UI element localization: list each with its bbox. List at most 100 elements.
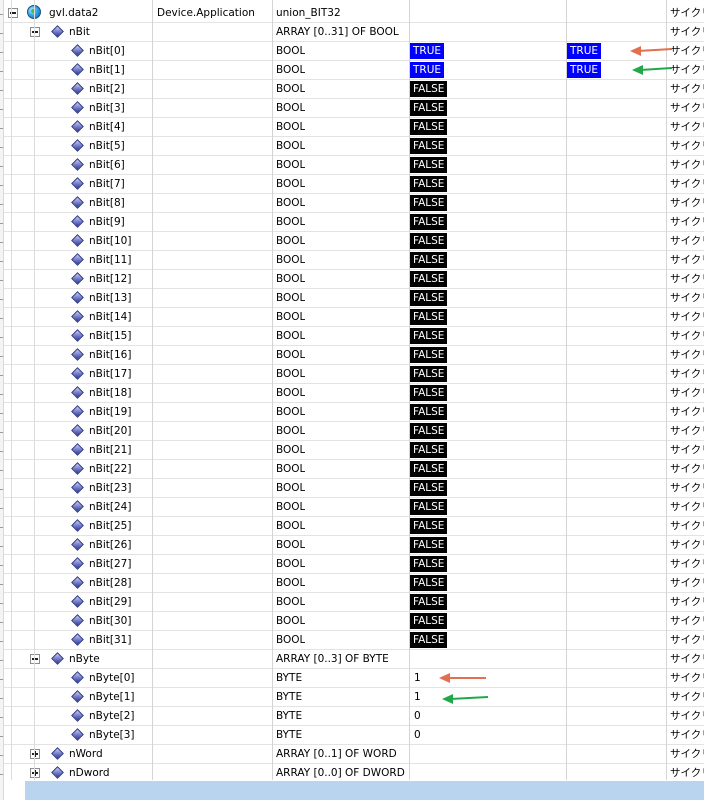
value-badge[interactable]: FALSE bbox=[410, 157, 448, 173]
value-badge[interactable]: FALSE bbox=[410, 100, 448, 116]
nbit-item-row[interactable]: nBit[10] BOOL FALSE サイクリ bbox=[0, 232, 704, 251]
nbit-item-row[interactable]: nBit[24] BOOL FALSE サイクリ bbox=[0, 498, 704, 517]
nbit-item-row[interactable]: nBit[23] BOOL FALSE サイクリ bbox=[0, 479, 704, 498]
value-badge[interactable]: FALSE bbox=[410, 214, 448, 230]
nbyte-item-row[interactable]: nByte[0] BYTE 1 サイクリ bbox=[0, 669, 704, 688]
value-badge[interactable]: FALSE bbox=[410, 480, 448, 496]
variable-name: nBit[25] bbox=[89, 520, 132, 532]
nbit-item-row[interactable]: nBit[15] BOOL FALSE サイクリ bbox=[0, 327, 704, 346]
prepared-value-badge[interactable]: TRUE bbox=[567, 43, 602, 59]
nbit-item-row[interactable]: nBit[0] BOOL TRUE TRUE サイクリ bbox=[0, 42, 704, 61]
nbit-item-row[interactable]: nBit[3] BOOL FALSE サイクリ bbox=[0, 99, 704, 118]
collapsed-group-row[interactable]: nWord ARRAY [0..1] OF WORD サイクリ bbox=[0, 745, 704, 764]
value-badge[interactable]: FALSE bbox=[410, 271, 448, 287]
value-badge[interactable]: FALSE bbox=[410, 461, 448, 477]
row-marker bbox=[0, 33, 3, 34]
value-badge[interactable]: FALSE bbox=[410, 556, 448, 572]
data-type: BOOL bbox=[276, 406, 306, 418]
value-badge[interactable]: FALSE bbox=[410, 252, 448, 268]
nbit-group-row[interactable]: nBit ARRAY [0..31] OF BOOL サイクリ bbox=[0, 23, 704, 42]
value-badge[interactable]: FALSE bbox=[410, 575, 448, 591]
value-badge[interactable]: FALSE bbox=[410, 632, 448, 648]
nbit-item-row[interactable]: nBit[26] BOOL FALSE サイクリ bbox=[0, 536, 704, 555]
value-badge[interactable]: FALSE bbox=[410, 195, 448, 211]
data-type: BOOL bbox=[276, 539, 306, 551]
row-marker bbox=[0, 223, 3, 224]
nbyte-item-row[interactable]: nByte[1] BYTE 1 サイクリ bbox=[0, 688, 704, 707]
nbit-item-row[interactable]: nBit[21] BOOL FALSE サイクリ bbox=[0, 441, 704, 460]
value-text[interactable]: 0 bbox=[414, 726, 421, 744]
value-badge[interactable]: FALSE bbox=[410, 290, 448, 306]
nbit-item-row[interactable]: nBit[11] BOOL FALSE サイクリ bbox=[0, 251, 704, 270]
variable-name: nByte[1] bbox=[89, 691, 135, 703]
nbit-item-row[interactable]: nBit[7] BOOL FALSE サイクリ bbox=[0, 175, 704, 194]
nbit-item-row[interactable]: nBit[27] BOOL FALSE サイクリ bbox=[0, 555, 704, 574]
value-text[interactable]: 1 bbox=[414, 688, 421, 706]
value-badge[interactable]: FALSE bbox=[410, 518, 448, 534]
data-type: BOOL bbox=[276, 83, 306, 95]
nbit-item-row[interactable]: nBit[30] BOOL FALSE サイクリ bbox=[0, 612, 704, 631]
value-badge[interactable]: FALSE bbox=[410, 81, 448, 97]
data-type: BOOL bbox=[276, 45, 306, 57]
nbit-item-row[interactable]: nBit[19] BOOL FALSE サイクリ bbox=[0, 403, 704, 422]
nbit-item-row[interactable]: nBit[29] BOOL FALSE サイクリ bbox=[0, 593, 704, 612]
nbit-item-row[interactable]: nBit[16] BOOL FALSE サイクリ bbox=[0, 346, 704, 365]
value-badge[interactable]: TRUE bbox=[410, 43, 445, 59]
variable-name: nWord bbox=[69, 748, 103, 760]
nbit-item-row[interactable]: nBit[25] BOOL FALSE サイクリ bbox=[0, 517, 704, 536]
value-badge[interactable]: FALSE bbox=[410, 119, 448, 135]
value-badge[interactable]: FALSE bbox=[410, 309, 448, 325]
data-type: BOOL bbox=[276, 463, 306, 475]
nbyte-item-row[interactable]: nByte[3] BYTE 0 サイクリ bbox=[0, 726, 704, 745]
value-badge[interactable]: FALSE bbox=[410, 366, 448, 382]
root-row[interactable]: gvl.data2 Device.Application union_BIT32… bbox=[0, 4, 704, 23]
nbit-item-row[interactable]: nBit[28] BOOL FALSE サイクリ bbox=[0, 574, 704, 593]
selected-empty-row[interactable] bbox=[0, 781, 704, 800]
value-badge[interactable]: FALSE bbox=[410, 499, 448, 515]
value-badge[interactable]: FALSE bbox=[410, 423, 448, 439]
nbit-item-row[interactable]: nBit[31] BOOL FALSE サイクリ bbox=[0, 631, 704, 650]
nbit-item-row[interactable]: nBit[2] BOOL FALSE サイクリ bbox=[0, 80, 704, 99]
minus-box-icon[interactable] bbox=[30, 27, 40, 37]
value-badge[interactable]: FALSE bbox=[410, 594, 448, 610]
nbit-item-row[interactable]: nBit[4] BOOL FALSE サイクリ bbox=[0, 118, 704, 137]
value-badge[interactable]: TRUE bbox=[410, 62, 445, 78]
value-badge[interactable]: FALSE bbox=[410, 176, 448, 192]
nbit-item-row[interactable]: nBit[22] BOOL FALSE サイクリ bbox=[0, 460, 704, 479]
minus-box-icon[interactable] bbox=[8, 8, 18, 18]
nbyte-item-row[interactable]: nByte[2] BYTE 0 サイクリ bbox=[0, 707, 704, 726]
nbit-item-row[interactable]: nBit[5] BOOL FALSE サイクリ bbox=[0, 137, 704, 156]
value-badge[interactable]: FALSE bbox=[410, 138, 448, 154]
value-badge[interactable]: FALSE bbox=[410, 385, 448, 401]
nbit-item-row[interactable]: nBit[17] BOOL FALSE サイクリ bbox=[0, 365, 704, 384]
row-marker bbox=[0, 527, 3, 528]
value-badge[interactable]: FALSE bbox=[410, 404, 448, 420]
row-marker bbox=[0, 90, 3, 91]
nbit-item-row[interactable]: nBit[1] BOOL TRUE TRUE サイクリ bbox=[0, 61, 704, 80]
value-text[interactable]: 0 bbox=[414, 707, 421, 725]
value-badge[interactable]: FALSE bbox=[410, 347, 448, 363]
nbyte-group-row[interactable]: nByte ARRAY [0..3] OF BYTE サイクリ bbox=[0, 650, 704, 669]
plus-box-icon[interactable] bbox=[30, 768, 40, 778]
value-text[interactable]: 1 bbox=[414, 669, 421, 687]
nbit-item-row[interactable]: nBit[8] BOOL FALSE サイクリ bbox=[0, 194, 704, 213]
nbit-item-row[interactable]: nBit[9] BOOL FALSE サイクリ bbox=[0, 213, 704, 232]
row-marker bbox=[0, 280, 3, 281]
minus-box-icon[interactable] bbox=[30, 654, 40, 664]
nbit-item-row[interactable]: nBit[6] BOOL FALSE サイクリ bbox=[0, 156, 704, 175]
variable-name: nBit[22] bbox=[89, 463, 132, 475]
data-type: BOOL bbox=[276, 520, 306, 532]
nbit-item-row[interactable]: nBit[20] BOOL FALSE サイクリ bbox=[0, 422, 704, 441]
value-badge[interactable]: FALSE bbox=[410, 442, 448, 458]
diamond-variable-icon bbox=[71, 139, 84, 152]
value-badge[interactable]: FALSE bbox=[410, 537, 448, 553]
value-badge[interactable]: FALSE bbox=[410, 328, 448, 344]
nbit-item-row[interactable]: nBit[14] BOOL FALSE サイクリ bbox=[0, 308, 704, 327]
nbit-item-row[interactable]: nBit[13] BOOL FALSE サイクリ bbox=[0, 289, 704, 308]
nbit-item-row[interactable]: nBit[18] BOOL FALSE サイクリ bbox=[0, 384, 704, 403]
value-badge[interactable]: FALSE bbox=[410, 233, 448, 249]
nbit-item-row[interactable]: nBit[12] BOOL FALSE サイクリ bbox=[0, 270, 704, 289]
value-badge[interactable]: FALSE bbox=[410, 613, 448, 629]
prepared-value-badge[interactable]: TRUE bbox=[567, 62, 602, 78]
plus-box-icon[interactable] bbox=[30, 749, 40, 759]
